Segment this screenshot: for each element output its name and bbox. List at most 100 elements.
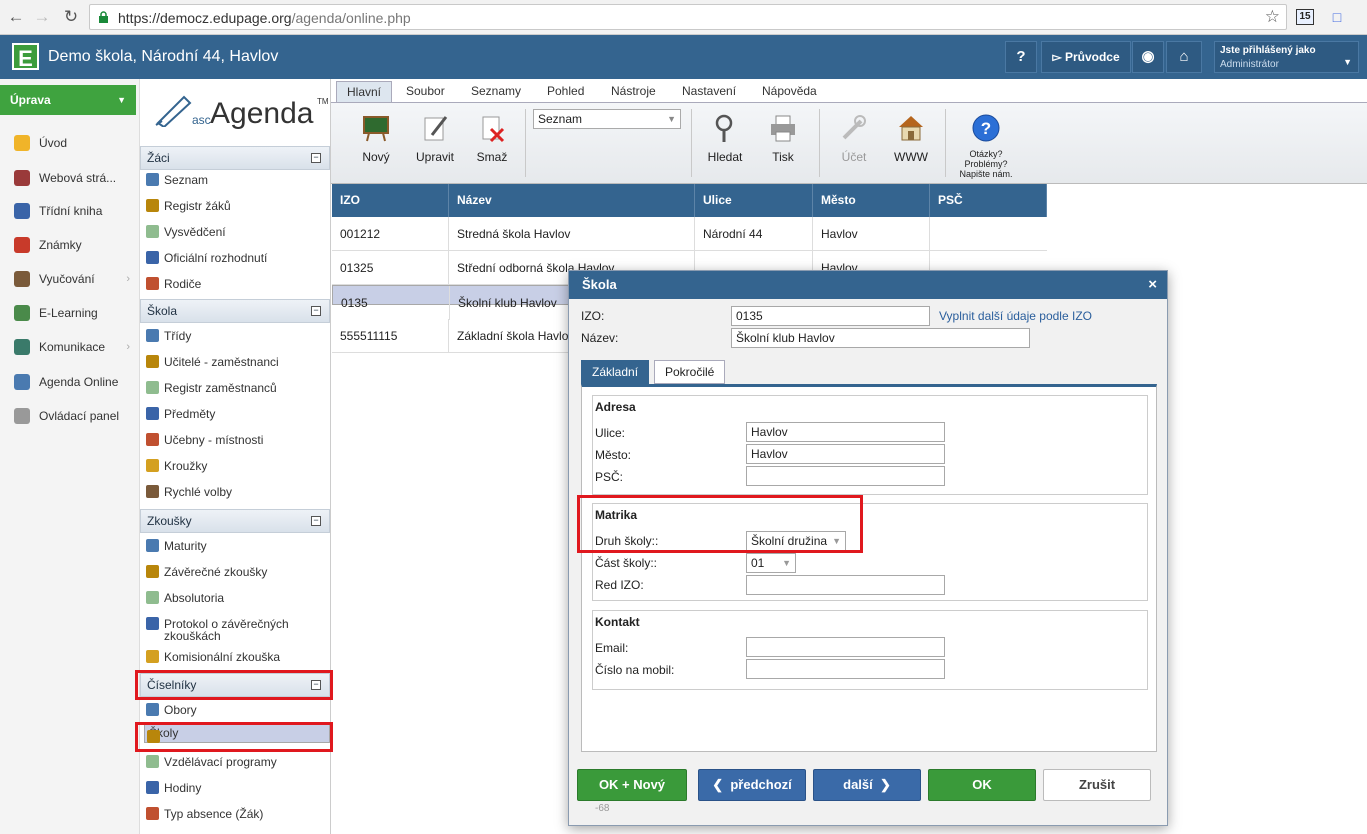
menu-item-icon [146, 251, 159, 264]
menu-item[interactable]: Komisionální zkouška [144, 644, 330, 670]
search-button[interactable]: Hledat [699, 113, 751, 164]
printer-icon [771, 115, 795, 142]
menu-item[interactable]: Maturity [144, 533, 330, 559]
menu-item[interactable]: Hodiny [144, 775, 330, 801]
back-arrow-icon[interactable]: ← [5, 6, 27, 28]
menu-item[interactable]: Učitelé - zaměstnanci [144, 349, 330, 375]
account-button[interactable]: Účet [828, 113, 880, 164]
menu-item[interactable]: Vzdělávací programy [144, 749, 330, 775]
forward-arrow-icon[interactable]: → [31, 6, 53, 28]
red-izo-input[interactable] [746, 575, 945, 595]
table-row[interactable]: 001212 Stredná škola Havlov Národní 44 Havl… [332, 217, 1047, 251]
menu-item[interactable]: Seznam [144, 167, 330, 193]
tab-6[interactable]: Nápověda [752, 81, 827, 102]
section-header-skola[interactable]: Škola − [140, 299, 330, 323]
uprava-dropdown[interactable]: Úprava ▼ [0, 85, 136, 115]
section-header-zkousky[interactable]: Zkoušky − [140, 509, 330, 533]
column-header[interactable]: Ulice [695, 184, 813, 217]
menu-item-label: Registr zaměstnanců [164, 381, 277, 395]
izo-input[interactable]: 0135 [731, 306, 930, 326]
nav-item-icon [14, 305, 30, 321]
reload-icon[interactable]: ↻ [60, 6, 82, 28]
menu-item[interactable]: Rychlé volby [144, 479, 330, 505]
edit-button[interactable]: Upravit [409, 113, 461, 164]
menu-item[interactable]: Předměty [144, 401, 330, 427]
city-input[interactable]: Havlov [746, 444, 945, 464]
collapse-icon[interactable]: − [311, 153, 321, 163]
menu-item[interactable]: Registr žáků [144, 193, 330, 219]
home-icon[interactable]: ⌂ [1166, 41, 1202, 73]
calendar-extension-icon[interactable]: 15 [1296, 9, 1314, 25]
menu-item-icon [146, 485, 159, 498]
menu-item[interactable]: Absolutoria [144, 585, 330, 611]
print-button[interactable]: Tisk [757, 113, 809, 164]
help-contact-button[interactable]: ? Otázky? Problémy? Napište nám. [953, 113, 1019, 179]
column-header[interactable]: IZO [332, 184, 449, 217]
collapse-icon[interactable]: − [311, 516, 321, 526]
window-extension-icon[interactable]: □ [1328, 9, 1346, 25]
list-select[interactable]: Seznam ▼ [533, 109, 681, 129]
menu-item[interactable]: Třídy [144, 323, 330, 349]
edupage-logo[interactable]: E [12, 43, 39, 71]
table-cell [930, 217, 1047, 251]
left-nav-item[interactable]: Agenda Online [0, 365, 138, 399]
mobile-label: Číslo na mobil: [595, 663, 675, 677]
left-nav-item[interactable]: Ovládací panel [0, 399, 138, 433]
tab-2[interactable]: Seznamy [461, 81, 531, 102]
column-header[interactable]: Město [813, 184, 930, 217]
menu-item[interactable]: Registr zaměstnanců [144, 375, 330, 401]
www-button[interactable]: WWW [885, 113, 937, 164]
left-nav-item[interactable]: Známky [0, 228, 138, 262]
menu-item[interactable]: Typ absence (Žák) [144, 801, 330, 827]
tab-basic[interactable]: Základní [581, 360, 650, 384]
user-label: Jste přihlášený jako [1220, 45, 1316, 56]
next-button[interactable]: další ❯ [813, 769, 921, 801]
column-header[interactable]: Název [449, 184, 695, 217]
menu-item[interactable]: Učebny - místnosti [144, 427, 330, 453]
globe-icon[interactable]: ◉ [1132, 41, 1164, 73]
chalkboard-icon [363, 116, 389, 142]
left-nav-item[interactable]: Třídní kniha [0, 194, 138, 228]
user-role: Administrátor [1220, 59, 1279, 70]
tab-0[interactable]: Hlavní [336, 81, 393, 102]
new-button[interactable]: Nový [350, 113, 402, 164]
school-part-select[interactable]: 01 ▼ [746, 553, 796, 573]
left-nav-item[interactable]: E-Learning [0, 296, 138, 330]
left-nav-item[interactable]: Vyučování › [0, 262, 138, 296]
cancel-button[interactable]: Zrušit [1043, 769, 1151, 801]
mobile-field[interactable] [746, 659, 945, 679]
street-input[interactable]: Havlov [746, 422, 945, 442]
school-part-value: 01 [751, 556, 765, 570]
user-menu[interactable]: Jste přihlášený jako Administrátor ▼ [1214, 41, 1359, 73]
delete-button[interactable]: Smaž [466, 113, 518, 164]
menu-item[interactable]: Obory [144, 697, 330, 723]
ok-button[interactable]: OK [928, 769, 1036, 801]
tab-5[interactable]: Nastavení [672, 81, 746, 102]
zip-input[interactable] [746, 466, 945, 486]
close-icon[interactable]: × [1148, 271, 1157, 299]
dialog-header[interactable]: Škola × [569, 271, 1167, 299]
left-nav-item[interactable]: Komunikace › [0, 330, 138, 364]
help-button[interactable]: ? [1005, 41, 1037, 73]
menu-item[interactable]: Vysvědčení [144, 219, 330, 245]
tab-advanced[interactable]: Pokročilé [654, 360, 726, 384]
menu-item[interactable]: Oficiální rozhodnutí [144, 245, 330, 271]
menu-item[interactable]: Závěrečné zkoušky [144, 559, 330, 585]
menu-item[interactable]: Rodiče [144, 271, 330, 297]
tab-4[interactable]: Nástroje [601, 81, 666, 102]
tab-1[interactable]: Soubor [396, 81, 455, 102]
tab-3[interactable]: Pohled [537, 81, 594, 102]
address-bar[interactable]: https://democz.edupage.org/agenda/online… [89, 4, 1287, 30]
left-nav-item[interactable]: Webová strá... [0, 161, 138, 195]
name-input[interactable]: Školní klub Havlov [731, 328, 1030, 348]
bookmark-star-icon[interactable]: ☆ [1265, 7, 1280, 27]
collapse-icon[interactable]: − [311, 306, 321, 316]
column-header[interactable]: PSČ [930, 184, 1047, 217]
email-field[interactable] [746, 637, 945, 657]
menu-item[interactable]: Kroužky [144, 453, 330, 479]
previous-button[interactable]: ❮ předchozí [698, 769, 806, 801]
fill-by-izo-link[interactable]: Vyplnit další údaje podle IZO [939, 309, 1092, 323]
left-nav-item[interactable]: Úvod [0, 126, 138, 160]
guide-button[interactable]: ▻ Průvodce [1041, 41, 1131, 73]
ok-new-button[interactable]: OK + Nový [577, 769, 687, 801]
